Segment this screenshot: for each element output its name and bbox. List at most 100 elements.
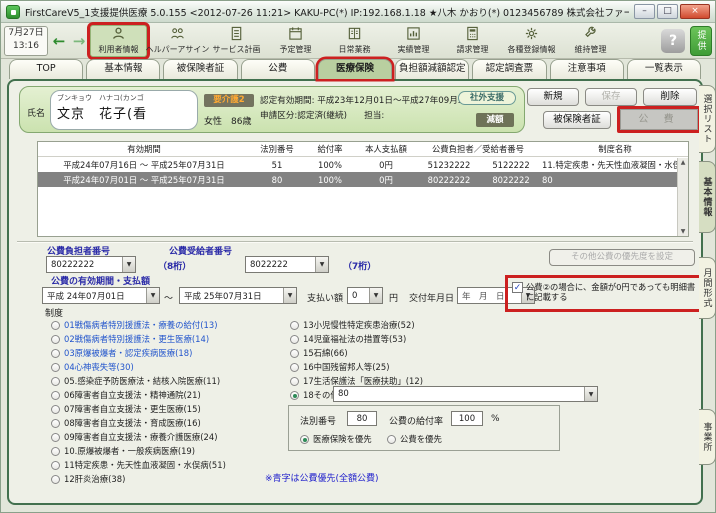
jukyusha-number-label: 公費受給者番号 bbox=[169, 244, 232, 257]
period-to-value: 平成 25年07月31日 bbox=[184, 290, 262, 302]
tab-top[interactable]: TOP bbox=[9, 59, 83, 79]
seido-option[interactable]: 13小児慢性特定疾患治療(52) bbox=[290, 319, 415, 331]
title-bar: FirstCareV5_1支援提供医療 5.0.155 <2012-07-26 … bbox=[1, 1, 715, 23]
seido-option-label: 12肝炎治療(38) bbox=[64, 473, 125, 485]
period-to-select[interactable]: 平成 25年07月31日 ▼ bbox=[179, 287, 297, 304]
seido-option[interactable]: 08障害者自立支援法・育成医療(16) bbox=[51, 417, 201, 429]
chevron-down-icon[interactable]: ▼ bbox=[369, 288, 382, 303]
table-row-selected[interactable]: 平成24年07月01日 ～ 平成25年07月31日 80 100% 0円 802… bbox=[38, 172, 688, 187]
tab-burden-reduction[interactable]: 負担額減額認定 bbox=[395, 59, 469, 79]
scroll-up-icon[interactable]: ▲ bbox=[681, 159, 686, 166]
chevron-down-icon[interactable]: ▼ bbox=[283, 288, 296, 303]
seido-option[interactable]: 16中国残留邦人等(25) bbox=[290, 361, 389, 373]
seido-option[interactable]: 04心神喪失等(30) bbox=[51, 361, 134, 373]
toolbar-item-label: サービス計画 bbox=[213, 44, 261, 55]
vtab-basic-info[interactable]: 基本情報 bbox=[699, 161, 716, 233]
toolbar-item-service-plan[interactable]: サービス計画 bbox=[208, 25, 265, 57]
table-scrollbar[interactable]: ▲ ▼ bbox=[677, 158, 688, 236]
main-toolbar: 7月27日 13:16 ← → 利用者情報 ヘルパーアサイン サービス計画 予定… bbox=[1, 23, 715, 59]
seido-option[interactable]: 07障害者自立支援法・更生医療(15) bbox=[51, 403, 201, 415]
seido-option[interactable]: 03原爆被爆者・認定疾病医療(18) bbox=[51, 347, 192, 359]
tab-insured-card[interactable]: 被保険者証 bbox=[163, 59, 237, 79]
medical-priority-option[interactable]: 医療保険を優先 bbox=[300, 433, 372, 445]
seido-option[interactable]: 11特定疾患・先天性血液凝固・水俣病(51) bbox=[51, 459, 226, 471]
kohi-button[interactable]: 公 費 bbox=[620, 109, 698, 130]
toolbar-item-maintenance[interactable]: 維持管理 bbox=[562, 25, 619, 57]
issue-date-label: 交付年月日 bbox=[409, 291, 454, 304]
seido-option[interactable]: 12肝炎治療(38) bbox=[51, 473, 125, 485]
houbetsu-input[interactable]: 80 bbox=[347, 411, 377, 426]
forward-arrow-icon[interactable]: → bbox=[70, 32, 88, 50]
table-row[interactable]: 平成24年07月16日 ～ 平成25年07月31日 51 100% 0円 512… bbox=[38, 157, 688, 172]
radio-icon bbox=[290, 335, 299, 344]
toolbar-item-billing[interactable]: 請求管理 bbox=[444, 25, 501, 57]
seido-option[interactable]: 14児童福祉法の措置等(53) bbox=[290, 333, 406, 345]
cell-jukyusha: 5122222 bbox=[482, 160, 540, 170]
toolbar-item-helper-assign[interactable]: ヘルパーアサイン bbox=[149, 25, 206, 57]
seido-option[interactable]: 10.原爆被爆者・一般疾病医療(19) bbox=[51, 445, 195, 457]
radio-icon bbox=[51, 349, 60, 358]
seido-option[interactable]: 01戦傷病者特別援護法・療養の給付(13) bbox=[51, 319, 217, 331]
futansha-digits-label: （8桁） bbox=[158, 259, 191, 272]
seido-option[interactable]: 06障害者自立支援法・精神通院(21) bbox=[51, 389, 201, 401]
seido-option[interactable]: 15石綿(66) bbox=[290, 347, 348, 359]
tab-basic-info[interactable]: 基本情報 bbox=[86, 59, 160, 79]
vtab-selection-list[interactable]: 選択リスト bbox=[699, 85, 716, 153]
seido-option[interactable]: 02戦傷病者特別援護法・更生医療(14) bbox=[51, 333, 209, 345]
delete-button[interactable]: 削除 bbox=[643, 88, 697, 106]
futansha-number-select[interactable]: 80222222 ▼ bbox=[46, 256, 136, 273]
toolbar-item-daily-work[interactable]: 日常業務 bbox=[326, 25, 383, 57]
scroll-down-icon[interactable]: ▼ bbox=[681, 228, 686, 235]
period-from-select[interactable]: 平成 24年07月01日 ▼ bbox=[42, 287, 160, 304]
back-arrow-icon[interactable]: ← bbox=[50, 32, 68, 50]
time-label: 13:16 bbox=[5, 40, 47, 54]
new-button[interactable]: 新規 bbox=[527, 88, 579, 106]
radio-icon bbox=[290, 349, 299, 358]
kyufu-rate-input[interactable]: 100 bbox=[451, 411, 483, 426]
helper-icon bbox=[170, 26, 185, 43]
section-tabbar: TOP 基本情報 被保険者証 公費 医療保険 負担額減額認定 認定調査票 注意事… bbox=[9, 59, 701, 79]
other-seido-select[interactable]: 80 ▼ bbox=[333, 386, 598, 402]
tab-medical-insurance[interactable]: 医療保険 bbox=[318, 59, 392, 79]
tab-list-view[interactable]: 一覧表示 bbox=[627, 59, 701, 79]
toolbar-item-user-info[interactable]: 利用者情報 bbox=[90, 25, 147, 57]
provide-button[interactable]: 提供 bbox=[690, 26, 712, 56]
chevron-down-icon[interactable]: ▼ bbox=[146, 288, 159, 303]
external-support-badge: 社外支援 bbox=[458, 91, 516, 105]
chevron-down-icon[interactable]: ▼ bbox=[584, 387, 597, 401]
other-kohi-priority-button[interactable]: その他公費の優先度を設定 bbox=[549, 249, 695, 266]
app-window: { "window": { "title": "FirstCareV5_1支援提… bbox=[0, 0, 716, 513]
houbetsu-label: 法別番号 bbox=[300, 414, 336, 427]
tab-notes[interactable]: 注意事項 bbox=[550, 59, 624, 79]
col-header-seido: 制度名称 bbox=[540, 143, 688, 155]
radio-icon bbox=[51, 433, 60, 442]
seido-option[interactable]: 09障害者自立支援法・療養介護医療(24) bbox=[51, 431, 217, 443]
billing-icon bbox=[465, 26, 480, 43]
chevron-down-icon[interactable]: ▼ bbox=[315, 257, 328, 272]
tab-kohi[interactable]: 公費 bbox=[241, 59, 315, 79]
maximize-button[interactable]: □ bbox=[657, 4, 678, 19]
kohi-priority-option[interactable]: 公費を優先 bbox=[387, 433, 442, 445]
radio-icon bbox=[290, 363, 299, 372]
payment-select[interactable]: 0 ▼ bbox=[347, 287, 383, 304]
tab-certification-survey[interactable]: 認定調査票 bbox=[472, 59, 546, 79]
vtab-office[interactable]: 事業所 bbox=[699, 409, 716, 465]
radio-icon bbox=[51, 475, 60, 484]
toolbar-item-results[interactable]: 実績管理 bbox=[385, 25, 442, 57]
datetime-display: 7月27日 13:16 bbox=[4, 26, 48, 56]
jukyusha-number-select[interactable]: 8022222 ▼ bbox=[245, 256, 329, 273]
kohi-table: 有効期間 法別番号 給付率 本人支払額 公費負担者／受給者番号 制度名称 平成2… bbox=[37, 141, 689, 237]
minimize-button[interactable]: – bbox=[634, 4, 655, 19]
help-button[interactable]: ? bbox=[661, 29, 685, 53]
toolbar-item-schedule[interactable]: 予定管理 bbox=[267, 25, 324, 57]
seido-option-other[interactable]: 18その他 bbox=[290, 389, 339, 401]
close-button[interactable]: × bbox=[680, 4, 710, 19]
save-button[interactable]: 保存 bbox=[585, 88, 637, 106]
zero-yen-checkbox[interactable]: ✓ bbox=[512, 282, 523, 293]
insured-card-button[interactable]: 被保険者証 bbox=[543, 111, 611, 129]
vtab-monthly-format[interactable]: 月間形式 bbox=[699, 257, 716, 319]
radio-icon bbox=[51, 391, 60, 400]
seido-option[interactable]: 05.感染症予防医療法・結核入院医療(11) bbox=[51, 375, 220, 387]
chevron-down-icon[interactable]: ▼ bbox=[122, 257, 135, 272]
toolbar-item-registry[interactable]: 各種登録情報 bbox=[503, 25, 560, 57]
